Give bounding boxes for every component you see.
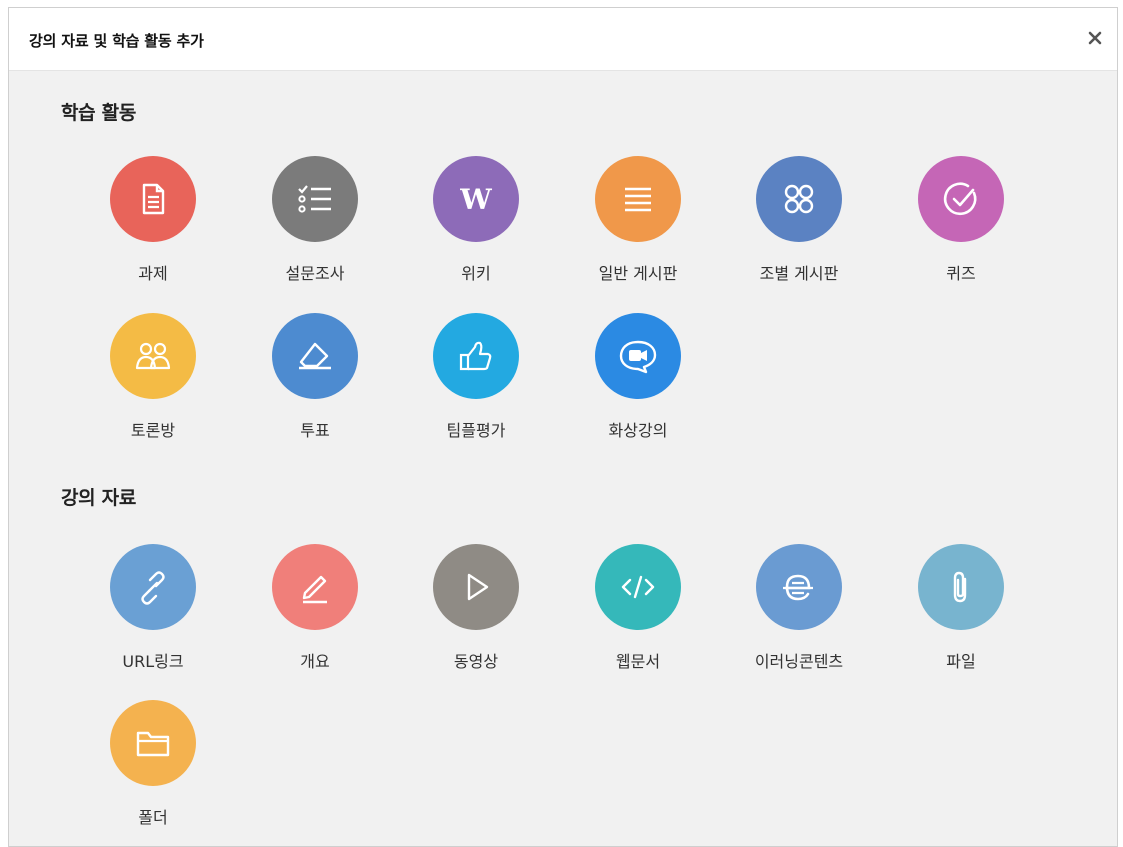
add-item-lines[interactable]: 일반 게시판: [562, 156, 722, 306]
add-item-folder[interactable]: 폴더: [77, 700, 237, 846]
item-label: 동영상: [453, 652, 499, 671]
add-item-elearning[interactable]: 이러닝콘텐츠: [723, 544, 883, 694]
section-title-activities: 학습 활동: [61, 102, 137, 124]
item-label: 웹문서: [615, 652, 661, 671]
add-item-people[interactable]: 토론방: [77, 313, 237, 463]
item-label: 일반 게시판: [598, 264, 678, 283]
pencil-icon: [272, 544, 358, 630]
item-label: 개요: [300, 652, 330, 671]
thumbs-up-icon: [433, 313, 519, 399]
item-label: 과제: [138, 264, 168, 283]
add-item-paperclip[interactable]: 파일: [885, 544, 1045, 694]
modal-header: 강의 자료 및 학습 활동 추가: [9, 8, 1117, 71]
add-item-document[interactable]: 과제: [77, 156, 237, 306]
item-label: 퀴즈: [946, 264, 976, 283]
modal-title: 강의 자료 및 학습 활동 추가: [29, 32, 204, 50]
add-item-check-circle[interactable]: 퀴즈: [885, 156, 1045, 306]
item-label: 위키: [461, 264, 491, 283]
add-item-video-chat[interactable]: 화상강의: [562, 313, 722, 463]
elearning-icon: [756, 544, 842, 630]
play-icon: [433, 544, 519, 630]
paperclip-icon: [918, 544, 1004, 630]
item-label: 토론방: [130, 421, 176, 440]
check-circle-icon: [918, 156, 1004, 242]
folder-icon: [110, 700, 196, 786]
link-icon: [110, 544, 196, 630]
item-label: 이러닝콘텐츠: [754, 652, 844, 671]
eraser-icon: [272, 313, 358, 399]
item-label: 파일: [946, 652, 976, 671]
add-item-thumbs-up[interactable]: 팀플평가: [400, 313, 560, 463]
checklist-icon: [272, 156, 358, 242]
lines-icon: [595, 156, 681, 242]
item-label: 투표: [300, 421, 330, 440]
item-label: URL링크: [122, 652, 184, 671]
svg-text:W: W: [459, 183, 492, 216]
close-icon: [1088, 31, 1102, 45]
close-button[interactable]: [1083, 26, 1107, 50]
document-icon: [110, 156, 196, 242]
item-label: 폴더: [138, 808, 168, 827]
add-item-checklist[interactable]: 설문조사: [239, 156, 399, 306]
add-activity-modal: 강의 자료 및 학습 활동 추가 학습 활동 강의 자료 과제 설문조사 W 위키 일반…: [8, 7, 1118, 847]
item-label: 조별 게시판: [759, 264, 839, 283]
wiki-icon: W: [433, 156, 519, 242]
add-item-play[interactable]: 동영상: [400, 544, 560, 694]
add-item-pencil[interactable]: 개요: [239, 544, 399, 694]
video-chat-icon: [595, 313, 681, 399]
item-label: 설문조사: [285, 264, 345, 283]
item-label: 화상강의: [608, 421, 668, 440]
section-title-resources: 강의 자료: [61, 487, 137, 509]
add-item-group-board[interactable]: 조별 게시판: [723, 156, 883, 306]
people-icon: [110, 313, 196, 399]
item-label: 팀플평가: [446, 421, 506, 440]
add-item-eraser[interactable]: 투표: [239, 313, 399, 463]
add-item-link[interactable]: URL링크: [77, 544, 237, 694]
code-icon: [595, 544, 681, 630]
group-board-icon: [756, 156, 842, 242]
add-item-code[interactable]: 웹문서: [562, 544, 722, 694]
add-item-wiki[interactable]: W 위키: [400, 156, 560, 306]
